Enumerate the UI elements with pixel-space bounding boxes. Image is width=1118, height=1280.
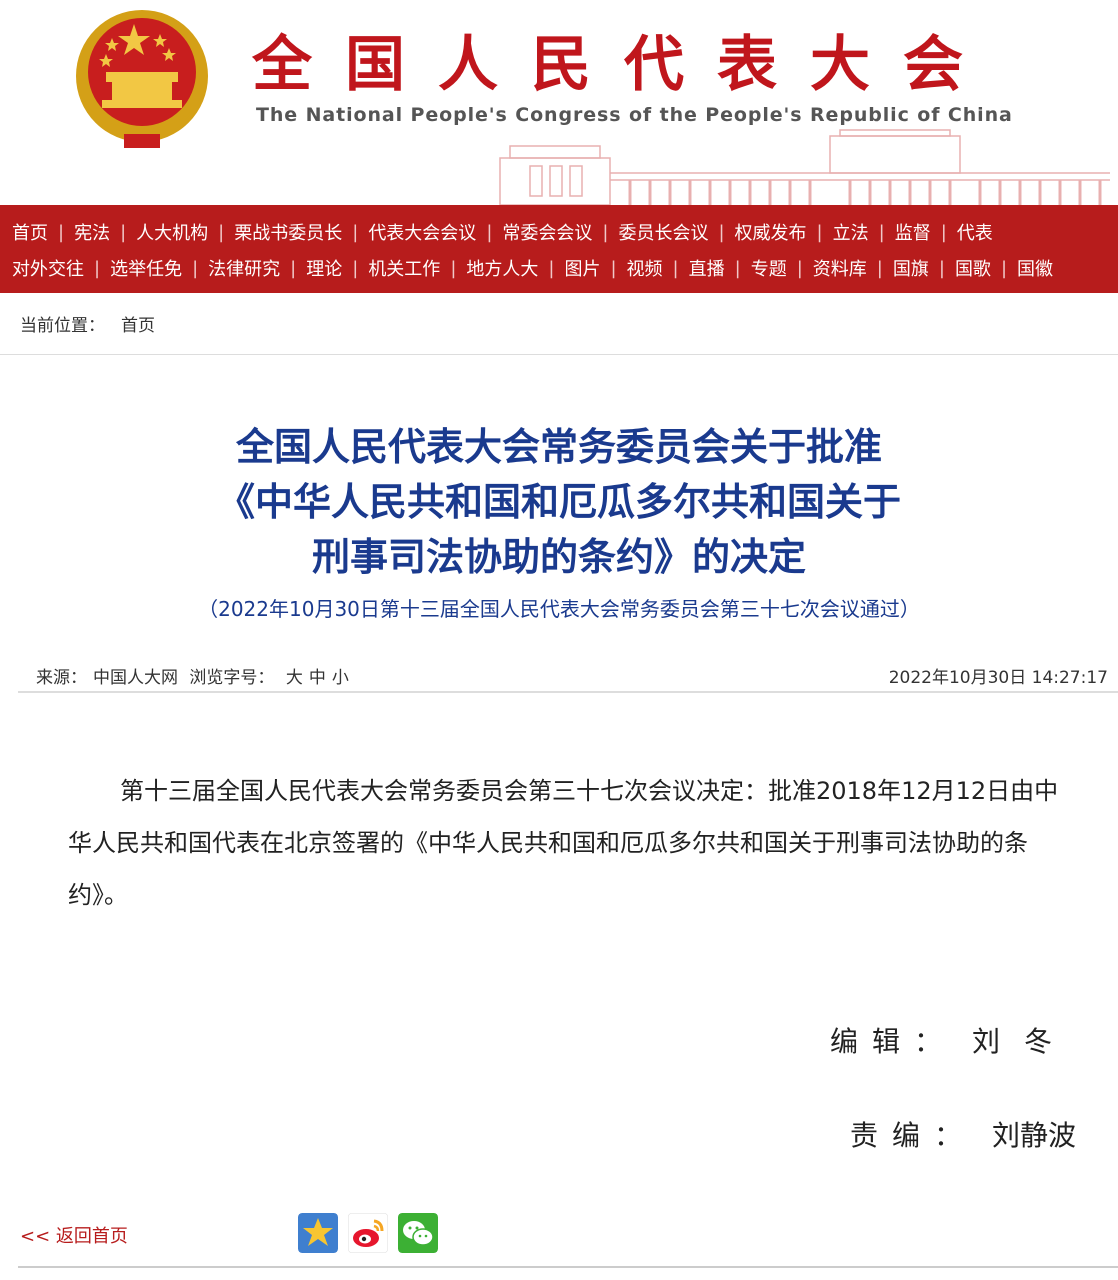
editor-name: 刘冬: [971, 1025, 1076, 1058]
site-header: 全国人民代表大会 The National People's Congress …: [0, 0, 1118, 205]
nav-item-congress-sessions[interactable]: 代表大会会议: [368, 219, 476, 245]
nav-item-legislation[interactable]: 立法: [833, 219, 869, 245]
nav-row-1: 首页 | 宪法 | 人大机构 | 栗战书委员长 | 代表大会会议 | 常委会会议 | 委员长…: [12, 214, 993, 250]
article-title-line: 刑事司法协助的条约》的决定: [311, 535, 806, 579]
article-subtitle: （2022年10月30日第十三届全国人民代表大会常务委员会第三十七次会议通过）: [198, 597, 920, 621]
weibo-icon[interactable]: [348, 1213, 388, 1253]
nav-item-constitution[interactable]: 宪法: [74, 219, 110, 245]
main-nav: 首页 | 宪法 | 人大机构 | 栗战书委员长 | 代表大会会议 | 常委会会议 | 委员长…: [0, 205, 1118, 293]
nav-separator: |: [290, 257, 297, 279]
back-home-link[interactable]: << 返回首页: [20, 1222, 128, 1248]
great-hall-illustration: [499, 129, 1110, 205]
chief-editor-label: 责编：: [849, 1119, 976, 1152]
nav-item-photos[interactable]: 图片: [564, 255, 600, 281]
article-title: 全国人民代表大会常务委员会关于批准 《中华人民共和国和厄瓜多尔共和国关于 刑事司…: [0, 420, 1118, 585]
nav-item-chairman[interactable]: 栗战书委员长: [234, 219, 342, 245]
font-large-button[interactable]: 大: [286, 668, 303, 688]
nav-separator: |: [796, 257, 803, 279]
nav-separator: |: [58, 221, 65, 243]
nav-separator: |: [352, 257, 359, 279]
nav-item-videos[interactable]: 视频: [627, 255, 663, 281]
article-title-line: 全国人民代表大会常务委员会关于批准: [235, 425, 882, 469]
nav-row-2: 对外交往 | 选举任免 | 法律研究 | 理论 | 机关工作 | 地方人大 | 图片 | 视频…: [12, 250, 1053, 286]
nav-item-law-research[interactable]: 法律研究: [208, 255, 280, 281]
editor-line: 编辑： 刘冬: [830, 1020, 1076, 1060]
national-emblem-icon[interactable]: [72, 6, 212, 152]
nav-separator: |: [940, 221, 947, 243]
nav-separator: |: [610, 257, 617, 279]
font-small-button[interactable]: 小: [332, 668, 349, 688]
article-paragraph: 第十三届全国人民代表大会常务委员会第三十七次会议决定：批准2018年12月12日…: [68, 777, 1059, 909]
font-medium-button[interactable]: 中: [309, 668, 326, 688]
nav-item-database[interactable]: 资料库: [813, 255, 867, 281]
article-body: 第十三届全国人民代表大会常务委员会第三十七次会议决定：批准2018年12月12日…: [68, 765, 1068, 921]
nav-separator: |: [1000, 257, 1008, 279]
nav-separator: |: [816, 221, 823, 243]
nav-separator: |: [120, 221, 127, 243]
nav-item-home[interactable]: 首页: [12, 219, 48, 245]
nav-item-national-anthem[interactable]: 国歌: [955, 255, 991, 281]
nav-separator: |: [192, 257, 199, 279]
nav-item-chairmen-council[interactable]: 委员长会议: [618, 219, 708, 245]
source-value: 中国人大网: [93, 668, 178, 688]
nav-separator: |: [450, 257, 457, 279]
nav-separator: |: [734, 257, 741, 279]
nav-item-npc-organs[interactable]: 人大机构: [136, 219, 208, 245]
chief-editor-name: 刘静波: [991, 1119, 1076, 1152]
nav-separator: |: [94, 257, 101, 279]
wechat-icon[interactable]: [398, 1213, 438, 1253]
editor-label: 编辑：: [829, 1025, 956, 1058]
breadcrumb-home-link[interactable]: 首页: [121, 311, 155, 336]
publish-datetime: 2022年10月30日 14:27:17: [888, 668, 1108, 688]
nav-separator: |: [718, 221, 725, 243]
nav-item-releases[interactable]: 权威发布: [735, 219, 807, 245]
nav-item-topics[interactable]: 专题: [751, 255, 787, 281]
nav-item-national-emblem[interactable]: 国徽: [1017, 255, 1053, 281]
nav-item-national-flag[interactable]: 国旗: [893, 255, 929, 281]
nav-separator: |: [486, 221, 493, 243]
nav-separator: |: [672, 257, 679, 279]
nav-item-organ-work[interactable]: 机关工作: [368, 255, 440, 281]
nav-separator: |: [218, 221, 225, 243]
breadcrumb: 当前位置： 首页: [0, 293, 1118, 355]
site-title: 全国人民代表大会: [252, 30, 996, 100]
nav-item-local-npc[interactable]: 地方人大: [466, 255, 538, 281]
nav-item-theory[interactable]: 理论: [306, 255, 342, 281]
source-label: 来源：: [36, 668, 87, 688]
article-title-line: 《中华人民共和国和厄瓜多尔共和国关于: [216, 480, 901, 524]
nav-item-standing-committee-sessions[interactable]: 常委会会议: [502, 219, 592, 245]
nav-item-live[interactable]: 直播: [689, 255, 725, 281]
nav-item-supervision[interactable]: 监督: [895, 219, 931, 245]
article-meta: 来源： 中国人大网 浏览字号： 大中小 2022年10月30日 14:27:17: [18, 655, 1118, 693]
nav-separator: |: [352, 221, 359, 243]
font-size-label: 浏览字号：: [189, 668, 275, 688]
nav-item-foreign-affairs[interactable]: 对外交往: [12, 255, 84, 281]
meta-left: 来源： 中国人大网 浏览字号： 大中小: [36, 663, 355, 688]
nav-separator: |: [876, 257, 883, 279]
qq-zone-icon[interactable]: [298, 1213, 338, 1253]
nav-item-elections[interactable]: 选举任免: [110, 255, 182, 281]
nav-separator: |: [602, 221, 609, 243]
chief-editor-line: 责编： 刘静波: [850, 1114, 1076, 1154]
footer-divider: [18, 1266, 1118, 1268]
nav-item-deputies[interactable]: 代表: [957, 219, 993, 245]
site-subtitle: The National People's Congress of the Pe…: [256, 104, 1013, 126]
nav-separator: |: [938, 257, 945, 279]
nav-separator: |: [548, 257, 555, 279]
breadcrumb-label: 当前位置：: [20, 316, 105, 336]
nav-separator: |: [878, 221, 885, 243]
